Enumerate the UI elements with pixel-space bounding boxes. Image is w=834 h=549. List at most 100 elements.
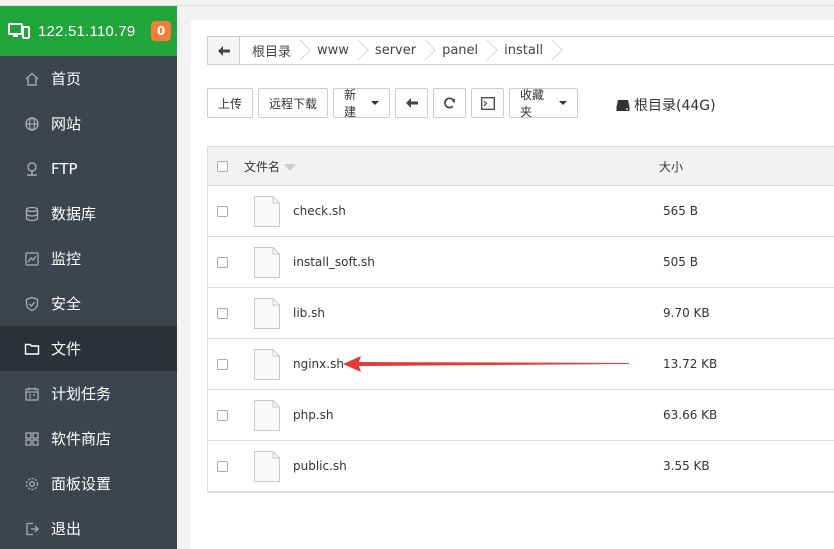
arrow-left-icon — [405, 98, 418, 108]
favorites-button[interactable]: 收藏夹 — [509, 88, 578, 119]
sidebar-item-label: 文件 — [51, 340, 82, 358]
apps-icon — [24, 431, 40, 447]
server-header[interactable]: 122.51.110.79 0 — [0, 6, 177, 56]
sidebar-item-files[interactable]: 文件 — [0, 326, 177, 371]
file-name[interactable]: lib.sh — [293, 306, 325, 320]
file-name[interactable]: public.sh — [293, 459, 347, 473]
row-checkbox[interactable] — [217, 307, 228, 319]
sidebar-item-label: 首页 — [51, 70, 82, 88]
sidebar-item-label: 安全 — [51, 295, 82, 313]
ftp-icon — [24, 161, 40, 177]
breadcrumb-item-server[interactable]: server — [363, 37, 430, 64]
file-icon — [254, 348, 280, 380]
arrow-left-icon — [217, 45, 230, 56]
shield-icon — [24, 296, 40, 312]
file-icon — [254, 246, 280, 278]
disk-label: 根目录(44G) — [634, 98, 716, 114]
file-name[interactable]: nginx.sh — [293, 357, 344, 371]
upload-button[interactable]: 上传 — [207, 88, 253, 118]
hard-drive-icon — [616, 99, 630, 111]
breadcrumb-item-www[interactable]: www — [305, 37, 363, 64]
favorites-button-label: 收藏夹 — [520, 88, 545, 119]
go-back-button[interactable] — [395, 88, 428, 118]
server-ip: 122.51.110.79 — [38, 22, 136, 40]
sidebar-item-home[interactable]: 首页 — [0, 56, 177, 101]
row-checkbox[interactable] — [217, 460, 228, 472]
chevron-down-icon — [371, 101, 379, 105]
file-size: 565 B — [663, 204, 698, 218]
globe-icon — [24, 116, 40, 132]
table-row[interactable]: php.sh 63.66 KB — [208, 390, 834, 441]
sidebar-item-label: 数据库 — [51, 205, 97, 223]
row-checkbox[interactable] — [217, 205, 228, 217]
file-size: 3.55 KB — [663, 459, 710, 473]
gear-icon — [24, 476, 40, 492]
sidebar-item-ftp[interactable]: FTP — [0, 146, 177, 191]
table-header: 文件名 大小 — [208, 147, 834, 186]
sidebar-item-settings[interactable]: 面板设置 — [0, 461, 177, 506]
column-header-name[interactable]: 文件名 — [244, 158, 297, 175]
sidebar-item-database[interactable]: 数据库 — [0, 191, 177, 236]
table-row[interactable]: public.sh 3.55 KB — [208, 441, 834, 492]
table-row[interactable]: lib.sh 9.70 KB — [208, 288, 834, 339]
column-header-size[interactable]: 大小 — [659, 158, 683, 175]
row-checkbox[interactable] — [217, 256, 228, 268]
sidebar-item-label: 退出 — [51, 520, 82, 538]
file-size: 63.66 KB — [663, 408, 718, 422]
sidebar-item-label: 面板设置 — [51, 475, 112, 493]
calendar-icon — [24, 386, 40, 402]
database-icon — [24, 206, 40, 222]
monitor-devices-icon — [8, 23, 30, 39]
table-row[interactable]: install_soft.sh 505 B — [208, 237, 834, 288]
row-checkbox[interactable] — [217, 409, 228, 421]
file-icon — [254, 297, 280, 329]
sidebar-nav: 首页 网站 FTP 数据库 监控 安全 文件 计划任务 软件商店 面板设置 退出 — [0, 56, 177, 549]
sidebar-item-logout[interactable]: 退出 — [0, 506, 177, 549]
home-icon — [24, 71, 40, 87]
sidebar: 122.51.110.79 0 首页 网站 FTP 数据库 监控 安全 文件 计… — [0, 6, 177, 549]
sort-down-icon — [284, 163, 297, 171]
folder-icon — [24, 341, 40, 357]
terminal-button[interactable] — [471, 88, 504, 118]
logout-icon — [24, 521, 40, 537]
file-name[interactable]: php.sh — [293, 408, 334, 422]
new-button-label: 新建 — [344, 88, 357, 119]
file-icon — [254, 399, 280, 431]
file-name[interactable]: check.sh — [293, 204, 346, 218]
sidebar-item-label: 软件商店 — [51, 430, 112, 448]
sidebar-item-monitor[interactable]: 监控 — [0, 236, 177, 281]
file-size: 13.72 KB — [663, 357, 718, 371]
row-checkbox[interactable] — [217, 358, 228, 370]
back-button[interactable] — [208, 37, 240, 64]
breadcrumb: 根目录 www server panel install — [207, 36, 834, 65]
sidebar-item-security[interactable]: 安全 — [0, 281, 177, 326]
refresh-button[interactable] — [433, 88, 466, 118]
sidebar-item-label: 计划任务 — [51, 385, 112, 403]
file-size: 9.70 KB — [663, 306, 710, 320]
breadcrumb-item-panel[interactable]: panel — [430, 37, 492, 64]
select-all-checkbox[interactable] — [217, 160, 228, 172]
column-header-name-label: 文件名 — [244, 159, 281, 174]
chevron-down-icon — [559, 101, 567, 105]
disk-info[interactable]: 根目录(44G) — [616, 95, 716, 115]
notification-badge[interactable]: 0 — [151, 21, 171, 41]
breadcrumb-item-root[interactable]: 根目录 — [240, 37, 305, 64]
terminal-icon — [480, 96, 495, 110]
sidebar-item-label: FTP — [51, 159, 78, 178]
file-icon — [254, 450, 280, 482]
sidebar-item-appstore[interactable]: 软件商店 — [0, 416, 177, 461]
file-table: 文件名 大小 check.sh 565 B install_soft.sh 50… — [207, 146, 834, 493]
annotation-arrow — [343, 356, 629, 372]
table-row[interactable]: check.sh 565 B — [208, 186, 834, 237]
monitor-icon — [24, 251, 40, 267]
sidebar-item-cron[interactable]: 计划任务 — [0, 371, 177, 416]
toolbar: 上传 远程下载 新建 收藏夹 — [207, 88, 583, 119]
sidebar-item-website[interactable]: 网站 — [0, 101, 177, 146]
new-button[interactable]: 新建 — [333, 88, 390, 119]
breadcrumb-item-install[interactable]: install — [492, 37, 557, 64]
file-name[interactable]: install_soft.sh — [293, 255, 375, 269]
refresh-icon — [444, 96, 456, 108]
file-size: 505 B — [663, 255, 698, 269]
remote-download-button[interactable]: 远程下载 — [258, 88, 328, 118]
sidebar-item-label: 网站 — [51, 115, 82, 133]
